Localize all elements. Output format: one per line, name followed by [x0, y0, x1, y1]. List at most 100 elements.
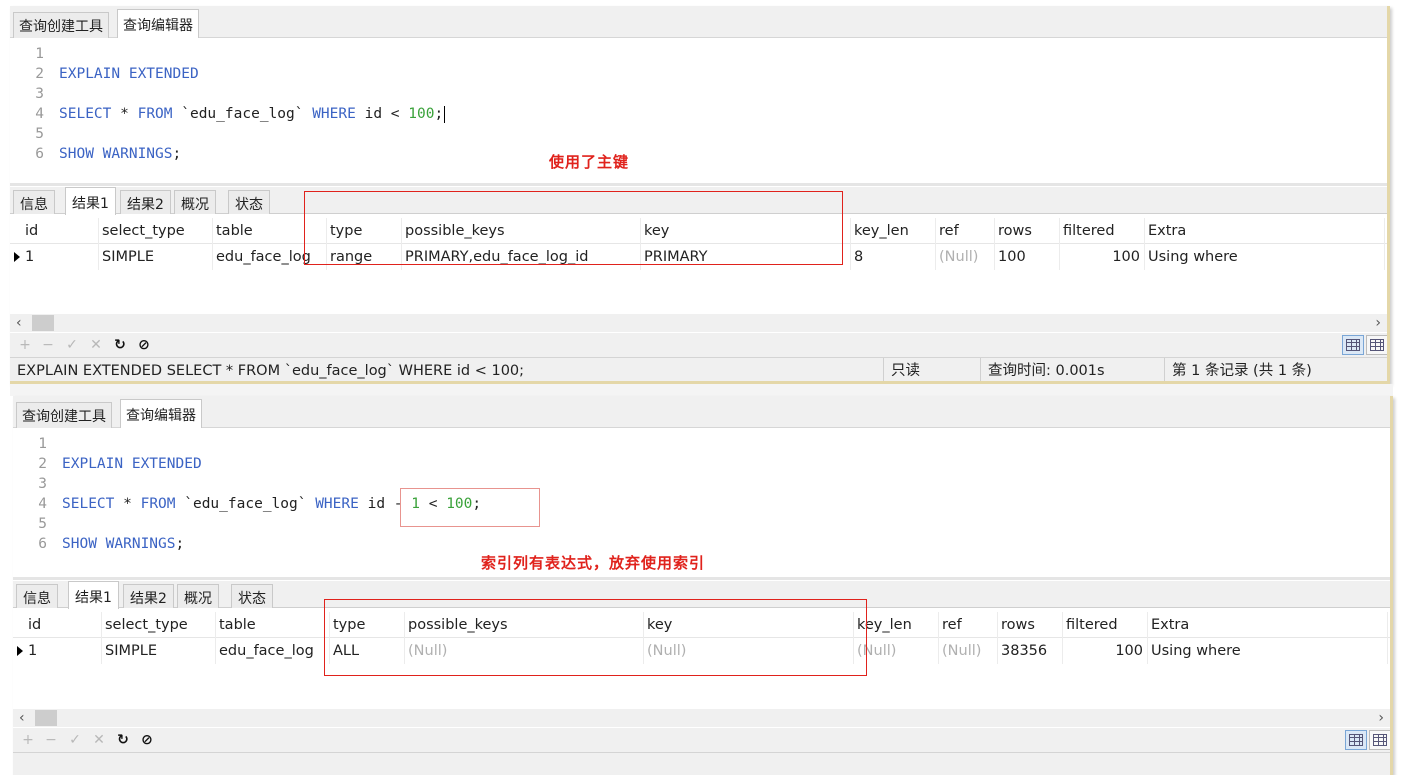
stop-icon[interactable]: ⊘	[137, 730, 157, 750]
grid-view-icon[interactable]	[1345, 730, 1367, 750]
scroll-right-icon[interactable]: ›	[1375, 314, 1381, 332]
table-row[interactable]: 1 SIMPLE edu_face_log range PRIMARY,edu_face…	[10, 244, 1387, 270]
column-header-ref[interactable]: ref	[939, 612, 998, 638]
table-cell[interactable]: (Null)	[939, 638, 998, 664]
tab-status[interactable]: 状态	[231, 584, 273, 608]
add-record-icon[interactable]: +	[15, 335, 35, 355]
table-cell[interactable]: SIMPLE	[99, 244, 213, 270]
column-header-ref[interactable]: ref	[936, 218, 995, 244]
tab-query-editor[interactable]: 查询编辑器	[117, 9, 199, 39]
column-header-key-len[interactable]: key_len	[851, 218, 936, 244]
tab-status[interactable]: 状态	[228, 190, 270, 214]
splitter[interactable]	[13, 577, 1390, 580]
code-line[interactable]: 5	[13, 514, 1390, 534]
column-header-possible-keys[interactable]: possible_keys	[405, 612, 644, 638]
column-header-key[interactable]: key	[641, 218, 851, 244]
apply-icon[interactable]: ✓	[62, 335, 82, 355]
tab-info[interactable]: 信息	[16, 584, 58, 608]
tab-query-editor[interactable]: 查询编辑器	[120, 399, 202, 429]
code-line[interactable]: 2 EXPLAIN EXTENDED	[13, 454, 1390, 474]
table-cell[interactable]: PRIMARY,edu_face_log_id	[402, 244, 641, 270]
delete-record-icon[interactable]: −	[41, 730, 61, 750]
apply-icon[interactable]: ✓	[65, 730, 85, 750]
tab-query-builder[interactable]: 查询创建工具	[13, 12, 109, 38]
table-cell[interactable]: edu_face_log	[213, 244, 327, 270]
horizontal-scrollbar[interactable]: ‹ ›	[10, 314, 1387, 332]
sql-editor[interactable]: 1 2 EXPLAIN EXTENDED 3 4 SELECT * FROM `edu_f…	[10, 38, 1387, 186]
scroll-thumb[interactable]	[32, 315, 54, 331]
table-cell[interactable]: 100	[995, 244, 1060, 270]
table-cell[interactable]: SIMPLE	[102, 638, 216, 664]
column-header-extra[interactable]: Extra	[1145, 218, 1385, 244]
grid-toolbar: + − ✓ ✕ ↻ ⊘	[13, 728, 1390, 752]
tab-result-2[interactable]: 结果2	[123, 584, 174, 608]
scroll-thumb[interactable]	[35, 710, 57, 726]
scroll-right-icon[interactable]: ›	[1378, 709, 1384, 727]
table-cell[interactable]: Using where	[1145, 244, 1385, 270]
splitter[interactable]	[10, 183, 1387, 186]
tab-profile[interactable]: 概况	[177, 584, 219, 608]
column-header-select-type[interactable]: select_type	[102, 612, 216, 638]
stop-icon[interactable]: ⊘	[134, 335, 154, 355]
cancel-icon[interactable]: ✕	[86, 335, 106, 355]
column-header-possible-keys[interactable]: possible_keys	[402, 218, 641, 244]
column-header-id[interactable]: id	[22, 218, 99, 244]
code-line[interactable]: 4 SELECT * FROM `edu_face_log` WHERE id -…	[13, 494, 1390, 514]
table-cell[interactable]: (Null)	[854, 638, 939, 664]
table-cell[interactable]: ALL	[330, 638, 405, 664]
table-row[interactable]: 1 SIMPLE edu_face_log ALL (Null) (Null) (Null)…	[13, 638, 1390, 664]
column-header-table[interactable]: table	[216, 612, 330, 638]
column-header-type[interactable]: type	[327, 218, 402, 244]
table-cell[interactable]: 100	[1063, 638, 1148, 664]
code-line[interactable]: 3	[13, 474, 1390, 494]
table-cell[interactable]: (Null)	[644, 638, 854, 664]
column-header-filtered[interactable]: filtered	[1060, 218, 1145, 244]
code-line[interactable]: 4 SELECT * FROM `edu_face_log` WHERE id <…	[10, 104, 1387, 124]
table-cell[interactable]: PRIMARY	[641, 244, 851, 270]
scroll-left-icon[interactable]: ‹	[19, 709, 25, 727]
refresh-icon[interactable]: ↻	[110, 335, 130, 355]
tab-info[interactable]: 信息	[13, 190, 55, 214]
column-header-filtered[interactable]: filtered	[1063, 612, 1148, 638]
table-cell[interactable]: 100	[1060, 244, 1145, 270]
column-header-key-len[interactable]: key_len	[854, 612, 939, 638]
tab-profile[interactable]: 概况	[174, 190, 216, 214]
scroll-left-icon[interactable]: ‹	[16, 314, 22, 332]
column-header-rows[interactable]: rows	[998, 612, 1063, 638]
column-header-key[interactable]: key	[644, 612, 854, 638]
code-line[interactable]: 1	[13, 434, 1390, 454]
code-line[interactable]: 6 SHOW WARNINGS;	[13, 534, 1390, 554]
table-cell[interactable]: (Null)	[405, 638, 644, 664]
column-header-table[interactable]: table	[213, 218, 327, 244]
tab-result-1[interactable]: 结果1	[65, 187, 116, 215]
delete-record-icon[interactable]: −	[38, 335, 58, 355]
tab-result-1[interactable]: 结果1	[68, 581, 119, 609]
code-line[interactable]: 6 SHOW WARNINGS;	[10, 144, 1387, 164]
code-line[interactable]: 5	[10, 124, 1387, 144]
cancel-icon[interactable]: ✕	[89, 730, 109, 750]
code-line[interactable]: 1	[10, 44, 1387, 64]
column-header-extra[interactable]: Extra	[1148, 612, 1388, 638]
table-cell[interactable]: (Null)	[936, 244, 995, 270]
tab-result-2[interactable]: 结果2	[120, 190, 171, 214]
table-cell[interactable]: edu_face_log	[216, 638, 330, 664]
refresh-icon[interactable]: ↻	[113, 730, 133, 750]
column-header-id[interactable]: id	[25, 612, 102, 638]
column-header-select-type[interactable]: select_type	[99, 218, 213, 244]
table-cell[interactable]: Using where	[1148, 638, 1388, 664]
form-view-icon[interactable]	[1366, 335, 1387, 355]
table-cell[interactable]: 1	[22, 244, 99, 270]
column-header-type[interactable]: type	[330, 612, 405, 638]
code-line[interactable]: 3	[10, 84, 1387, 104]
horizontal-scrollbar[interactable]: ‹ ›	[13, 709, 1390, 727]
add-record-icon[interactable]: +	[18, 730, 38, 750]
code-line[interactable]: 2 EXPLAIN EXTENDED	[10, 64, 1387, 84]
table-cell[interactable]: range	[327, 244, 402, 270]
table-cell[interactable]: 8	[851, 244, 936, 270]
table-cell[interactable]: 38356	[998, 638, 1063, 664]
column-header-rows[interactable]: rows	[995, 218, 1060, 244]
tab-query-builder[interactable]: 查询创建工具	[16, 402, 112, 428]
table-cell[interactable]: 1	[25, 638, 102, 664]
form-view-icon[interactable]	[1369, 730, 1390, 750]
grid-view-icon[interactable]	[1342, 335, 1364, 355]
